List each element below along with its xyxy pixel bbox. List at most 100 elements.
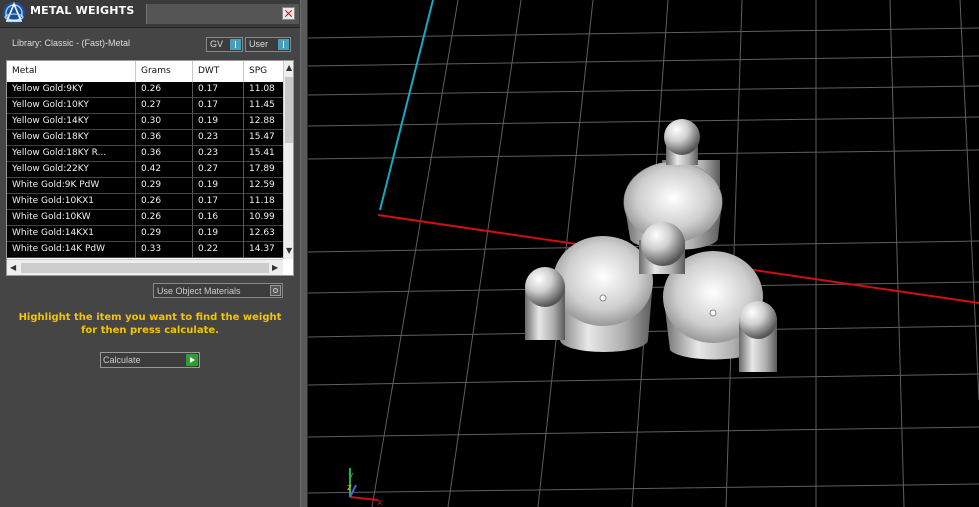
cell-dwt: 0.22 [198,244,219,254]
gizmo-x-label: x [377,498,383,507]
cell-metal: Yellow Gold:22KY [12,164,89,174]
metal-weights-panel: METAL WEIGHTS Library: Classic - (Fast)-… [0,0,300,507]
table-row[interactable]: White Gold:14KX1 0.29 0.19 12.63 [7,226,283,242]
cell-spg: 11.08 [249,84,275,94]
gv-label: GV [210,39,224,49]
panel-title: METAL WEIGHTS [30,4,135,17]
column-header-spg[interactable]: SPG [249,66,267,76]
table-row[interactable]: Yellow Gold:22KY 0.42 0.27 17.89 [7,162,283,178]
cell-dwt: 0.17 [198,100,219,110]
cell-grams: 0.33 [141,244,162,254]
cell-metal: Yellow Gold:14KY [12,116,89,126]
cell-grams: 0.26 [141,84,162,94]
panel-splitter[interactable] [300,0,308,507]
cell-metal: Yellow Gold:9KY [12,84,84,94]
table-row[interactable]: White Gold:14K PdW 0.33 0.22 14.37 [7,242,283,258]
gv-toggle[interactable]: GV [206,37,243,52]
cell-spg: 10.99 [249,212,275,222]
cell-metal: Yellow Gold:10KY [12,100,89,110]
scroll-left-icon[interactable]: ◀ [10,264,16,272]
cell-spg: 12.88 [249,116,275,126]
cell-grams: 0.36 [141,148,162,158]
cell-dwt: 0.16 [198,212,219,222]
table-row[interactable]: Yellow Gold:18KY 0.36 0.23 15.47 [7,130,283,146]
close-icon[interactable] [282,7,295,20]
table-vertical-scrollbar[interactable]: ▲ ▼ [283,61,293,259]
cell-spg: 11.18 [249,196,275,206]
cell-grams: 0.42 [141,164,162,174]
use-object-materials-option[interactable]: Use Object Materials [153,283,283,298]
gizmo-z-label: z [347,483,352,493]
cell-spg: 12.59 [249,180,275,190]
cell-dwt: 0.17 [198,196,219,206]
cell-dwt: 0.19 [198,116,219,126]
cell-grams: 0.29 [141,228,162,238]
user-label: User [249,39,269,49]
column-header-metal[interactable]: Metal [12,66,37,76]
ring-model [525,119,777,372]
cell-grams: 0.26 [141,196,162,206]
cell-metal: White Gold:14KX1 [12,228,95,238]
table-row[interactable]: Yellow Gold:14KY 0.30 0.19 12.88 [7,114,283,130]
cell-dwt: 0.17 [198,84,219,94]
cell-metal: White Gold:10KW [12,212,91,222]
cell-spg: 17.89 [249,164,275,174]
y-axis-line [379,0,434,211]
cell-spg: 14.37 [249,244,275,254]
user-toggle-icon [278,39,289,50]
instruction-text: Highlight the item you want to find the … [18,312,282,336]
cell-grams: 0.30 [141,116,162,126]
user-toggle[interactable]: User [245,37,291,52]
table-row[interactable]: White Gold:10KW 0.26 0.16 10.99 [7,210,283,226]
cell-grams: 0.26 [141,212,162,222]
cell-spg: 12.63 [249,228,275,238]
horizontal-scroll-thumb[interactable] [21,263,269,273]
table-header: Metal Grams DWT SPG [7,61,283,83]
vertical-scroll-thumb[interactable] [285,77,293,143]
calculate-button[interactable]: Calculate [100,352,200,368]
column-divider [192,61,193,82]
cell-metal: White Gold:9K PdW [12,180,100,190]
3d-viewport[interactable]: x y z [308,0,979,507]
library-label: Library: Classic - (Fast)-Metal [12,38,131,48]
scroll-right-icon[interactable]: ▶ [272,264,278,272]
gizmo-y-label: y [348,471,354,481]
app-logo-icon [3,1,25,24]
table-row[interactable]: White Gold:9K PdW 0.29 0.19 12.59 [7,178,283,194]
column-divider [243,61,244,82]
cell-spg: 11.45 [249,100,275,110]
cell-metal: Yellow Gold:18KY R... [12,148,107,158]
cell-dwt: 0.19 [198,228,219,238]
gv-toggle-icon [230,39,241,50]
table-row[interactable]: Yellow Gold:18KY R... 0.36 0.23 15.41 [7,146,283,162]
table-horizontal-scrollbar[interactable]: ◀ ▶ [7,259,283,275]
table-body: Yellow Gold:9KY 0.26 0.17 11.08 Yellow G… [7,82,283,259]
cell-spg: 15.41 [249,148,275,158]
metal-table[interactable]: Metal Grams DWT SPG Yellow Gold:9KY 0.26… [6,60,294,276]
calculate-label: Calculate [103,355,141,365]
cell-spg: 15.47 [249,132,275,142]
cell-metal: White Gold:10KX1 [12,196,95,206]
cell-dwt: 0.23 [198,148,219,158]
cell-grams: 0.36 [141,132,162,142]
table-row[interactable]: Yellow Gold:9KY 0.26 0.17 11.08 [7,82,283,98]
column-divider [135,61,136,82]
title-tab-area [146,4,299,24]
radio-icon[interactable] [270,285,281,296]
viewport-canvas[interactable]: x y z [308,0,979,507]
cell-grams: 0.27 [141,100,162,110]
cell-grams: 0.29 [141,180,162,190]
cell-metal: White Gold:14K PdW [12,244,106,254]
scroll-down-icon[interactable]: ▼ [286,247,292,255]
column-header-dwt[interactable]: DWT [198,66,219,76]
table-row[interactable]: White Gold:10KX1 0.26 0.17 11.18 [7,194,283,210]
play-arrow-icon [186,354,198,366]
table-row[interactable]: Yellow Gold:10KY 0.27 0.17 11.45 [7,98,283,114]
column-header-grams[interactable]: Grams [141,66,171,76]
cell-dwt: 0.27 [198,164,219,174]
cell-metal: Yellow Gold:18KY [12,132,89,142]
scroll-up-icon[interactable]: ▲ [286,64,292,72]
cell-dwt: 0.19 [198,180,219,190]
use-object-materials-label: Use Object Materials [157,286,241,296]
panel-titlebar: METAL WEIGHTS [0,0,300,28]
